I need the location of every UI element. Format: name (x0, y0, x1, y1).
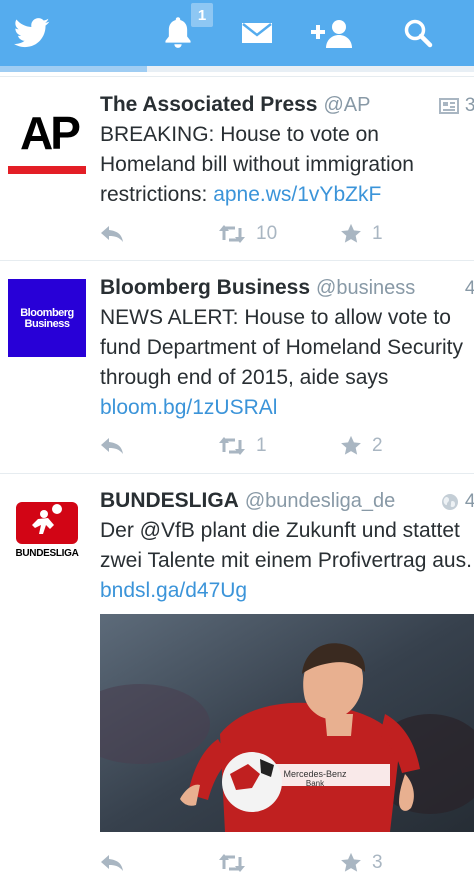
messages-envelope-icon (242, 23, 272, 43)
twitter-bird-icon (14, 18, 50, 48)
notifications-bell-icon (165, 17, 191, 48)
star-icon (341, 223, 361, 243)
retweet-icon (219, 437, 245, 455)
bloomberg-avatar[interactable]: Bloomberg Business (8, 279, 86, 357)
home-tab[interactable] (0, 0, 64, 66)
author-handle[interactable]: @business (316, 277, 415, 299)
tweet-photo[interactable]: Mercedes-Benz Bank (100, 614, 474, 832)
reply-button[interactable] (100, 219, 124, 249)
tab-indicator-track (0, 66, 474, 72)
tweet-author[interactable]: BUNDESLIGA @bundesliga_de (100, 489, 395, 513)
news-summary-icon (438, 98, 459, 114)
add-user-icon (311, 20, 352, 48)
reply-button[interactable] (100, 848, 124, 878)
reply-icon (101, 855, 123, 871)
tweet-time: 47 (464, 491, 474, 512)
footballer-photo: Mercedes-Benz Bank (100, 614, 474, 832)
retweet-button[interactable]: 1 (218, 431, 267, 461)
ap-avatar[interactable]: AP (8, 104, 86, 182)
star-icon (341, 852, 361, 872)
tweet-bloomberg[interactable]: Bloomberg Business Bloomberg Business @bu… (0, 261, 474, 473)
tweet-meta: 32 (438, 95, 474, 117)
messages-tab[interactable] (234, 0, 280, 66)
divider (0, 76, 474, 77)
favorite-button[interactable]: 2 (340, 431, 383, 461)
tweet-meta: 44 (465, 278, 474, 300)
favorite-count: 2 (372, 435, 383, 456)
tweet-bundesliga[interactable]: BUNDESLIGA BUNDESLIGA @bundesliga_de 47 D… (0, 474, 474, 873)
globe-icon (441, 494, 458, 510)
tweet-text: Der @VfB plant die Zukunft und stattet z… (100, 516, 474, 606)
search-tab[interactable] (396, 0, 440, 66)
author-name[interactable]: The Associated Press (100, 93, 318, 116)
favorite-count: 1 (372, 223, 383, 244)
ap-logo-text: AP (20, 107, 81, 159)
tweet-time: 44 (464, 278, 474, 299)
bloomberg-logo-line2: Business (24, 318, 70, 330)
author-name[interactable]: BUNDESLIGA (100, 489, 239, 512)
tweet-author[interactable]: The Associated Press @AP (100, 93, 370, 117)
favorite-button[interactable]: 3 (340, 848, 383, 878)
bundesliga-logo-text: BUNDESLIGA (15, 548, 79, 559)
tweet-actions: 1 2 (100, 431, 474, 461)
tweet-text: NEWS ALERT: House to allow vote to fund … (100, 303, 474, 423)
notification-count-badge: 1 (191, 3, 213, 27)
retweet-icon (219, 854, 245, 872)
retweet-button[interactable] (218, 848, 246, 878)
favorite-button[interactable]: 1 (340, 219, 383, 249)
tweet-actions: 10 1 (100, 219, 474, 249)
reply-icon (101, 438, 123, 454)
author-handle[interactable]: @AP (324, 94, 371, 116)
sponsor-text-line1: Mercedes-Benz (283, 769, 347, 779)
tweet-author[interactable]: Bloomberg Business @business (100, 276, 415, 300)
top-navigation-bar: 1 (0, 0, 474, 66)
search-icon (404, 19, 433, 48)
author-name[interactable]: Bloomberg Business (100, 276, 310, 299)
tab-indicator (0, 66, 147, 72)
retweet-icon (219, 225, 245, 243)
star-icon (341, 435, 361, 455)
retweet-button[interactable]: 10 (218, 219, 277, 249)
tweet-time: 32 (464, 95, 474, 116)
tweet-body: Der @VfB plant die Zukunft und stattet z… (100, 519, 472, 572)
bundesliga-logo-icon (16, 502, 78, 544)
bundesliga-avatar[interactable]: BUNDESLIGA (8, 500, 86, 578)
reply-icon (101, 226, 123, 242)
author-handle[interactable]: @bundesliga_de (245, 490, 395, 512)
retweet-count: 10 (256, 223, 278, 244)
retweet-count: 1 (256, 435, 267, 456)
tweet-ap[interactable]: AP The Associated Press @AP 32 BREAKING: … (0, 78, 474, 260)
discover-people-tab[interactable] (308, 0, 358, 66)
tweet-link[interactable]: bloom.bg/1zUSRAl (100, 396, 277, 419)
tweet-meta: 47 (441, 491, 474, 513)
ap-logo-bar (8, 166, 86, 174)
sponsor-text-line2: Bank (306, 779, 325, 788)
tweet-link[interactable]: apne.ws/1vYbZkF (213, 183, 381, 206)
reply-button[interactable] (100, 431, 124, 461)
tweet-link[interactable]: bndsl.ga/d47Ug (100, 579, 247, 602)
tweet-text: BREAKING: House to vote on Homeland bill… (100, 120, 474, 210)
favorite-count: 3 (372, 852, 383, 873)
tweet-actions: 3 (100, 848, 474, 878)
tweet-body: NEWS ALERT: House to allow vote to fund … (100, 306, 464, 389)
